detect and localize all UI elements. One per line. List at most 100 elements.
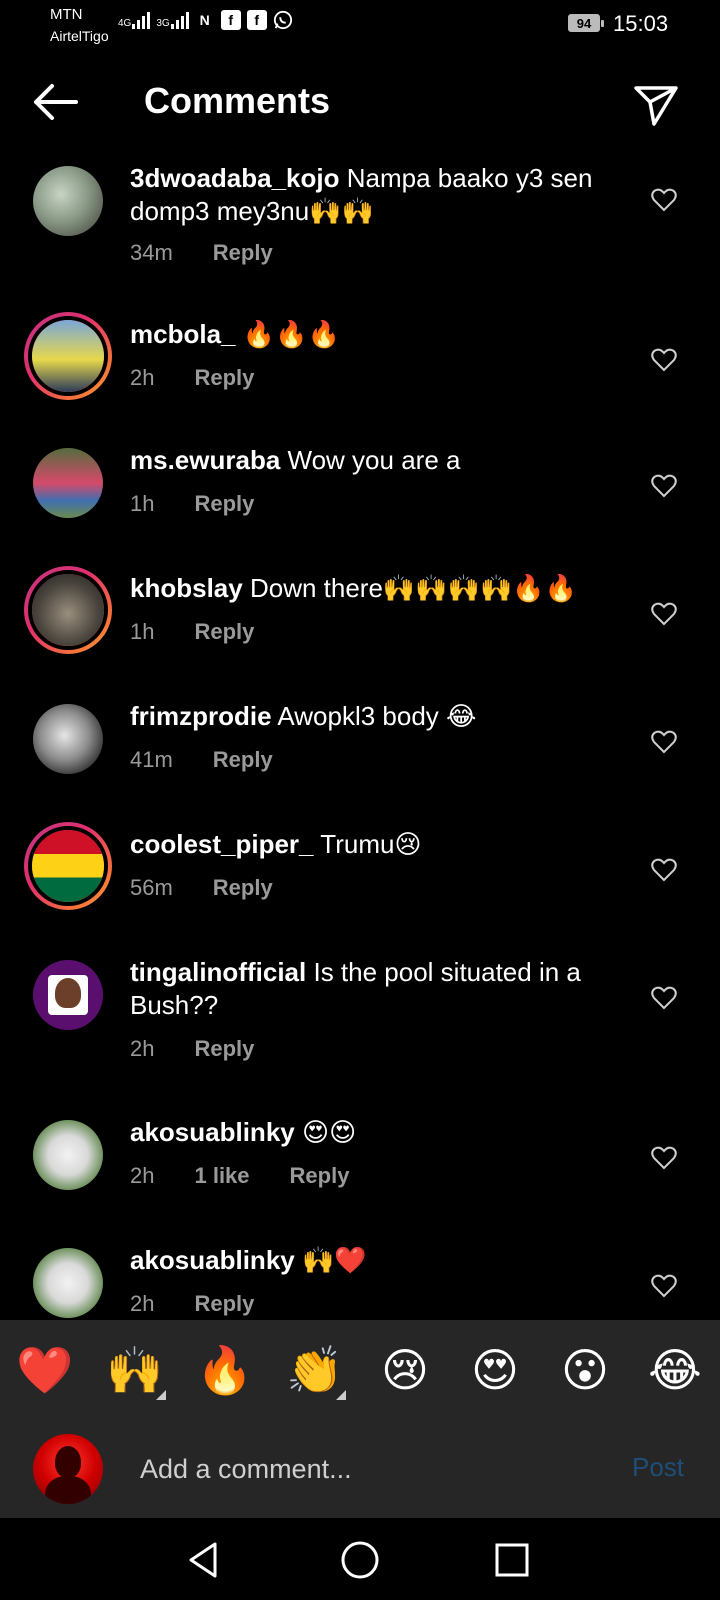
- signal-4g-icon: 4G: [118, 11, 151, 29]
- reply-button[interactable]: Reply: [194, 491, 254, 517]
- avatar[interactable]: [33, 448, 103, 518]
- comment-text: Down there🙌🙌🙌🙌🔥🔥: [249, 573, 578, 603]
- arrow-left-icon: [34, 84, 78, 120]
- comment-meta: 2h Reply: [130, 365, 254, 391]
- heart-icon: [651, 348, 677, 372]
- comment-body: tingalinofficial Is the pool situated in…: [130, 956, 620, 1022]
- emoji-fire-button[interactable]: 🔥: [180, 1340, 270, 1400]
- paper-plane-icon: [634, 86, 678, 126]
- comment-username[interactable]: tingalinofficial: [130, 957, 306, 987]
- comment-meta: 56m Reply: [130, 875, 273, 901]
- comment-meta: 34m Reply: [130, 240, 273, 266]
- like-button[interactable]: [651, 474, 677, 498]
- emoji-surprised-button[interactable]: 😮: [540, 1340, 630, 1400]
- like-button[interactable]: [651, 986, 677, 1010]
- comments-list[interactable]: 3dwoadaba_kojo Nampa baako y3 sen domp3 …: [0, 150, 720, 1320]
- comment-username[interactable]: ms.ewuraba: [130, 445, 280, 475]
- comment-username[interactable]: akosuablinky: [130, 1117, 295, 1147]
- comment-username[interactable]: 3dwoadaba_kojo: [130, 163, 340, 193]
- like-button[interactable]: [651, 188, 677, 212]
- clock: 15:03: [613, 11, 669, 36]
- comment-time: 41m: [130, 747, 173, 772]
- emoji-glyph: 👏: [286, 1343, 344, 1397]
- comment-time: 56m: [130, 875, 173, 900]
- comment-time: 2h: [130, 1291, 155, 1316]
- skin-tone-indicator: [336, 1390, 346, 1400]
- comment-meta: 2h Reply: [130, 1291, 254, 1317]
- emoji-quick-bar: ❤️ 🙌 🔥 👏 😢 😍 😮 😂: [0, 1320, 720, 1420]
- avatar[interactable]: [33, 166, 103, 236]
- comment-meta: 2h 1 like Reply: [130, 1163, 349, 1189]
- emoji-laughing-button[interactable]: 😂: [630, 1340, 720, 1400]
- likes-count-button[interactable]: 1 like: [194, 1163, 249, 1189]
- comment-username[interactable]: khobslay: [130, 573, 243, 603]
- like-button[interactable]: [651, 858, 677, 882]
- avatar[interactable]: [33, 1120, 103, 1190]
- emoji-raised-hands-button[interactable]: 🙌: [90, 1340, 180, 1400]
- heart-icon: [651, 858, 677, 882]
- carrier-primary: MTN: [50, 6, 83, 23]
- comment-meta: 1h Reply: [130, 491, 254, 517]
- comment-username[interactable]: coolest_piper_: [130, 829, 314, 859]
- my-avatar: [33, 1434, 103, 1504]
- circle-home-icon: [341, 1541, 379, 1579]
- emoji-crying-button[interactable]: 😢: [360, 1340, 450, 1400]
- avatar[interactable]: [24, 566, 112, 654]
- comment-username[interactable]: mcbola_: [130, 319, 236, 349]
- heart-icon: [651, 1274, 677, 1298]
- square-recents-icon: [495, 1543, 529, 1577]
- like-button[interactable]: [651, 602, 677, 626]
- signal-icons: 4G 3G N f f: [118, 10, 293, 30]
- comment-meta: 2h Reply: [130, 1036, 254, 1062]
- like-button[interactable]: [651, 1146, 677, 1170]
- avatar[interactable]: [24, 312, 112, 400]
- nav-home-button[interactable]: [338, 1538, 382, 1582]
- reply-button[interactable]: Reply: [194, 1291, 254, 1317]
- comment-time: 1h: [130, 619, 155, 644]
- reply-button[interactable]: Reply: [213, 240, 273, 266]
- skin-tone-indicator: [156, 1390, 166, 1400]
- page-title: Comments: [144, 80, 331, 121]
- avatar[interactable]: [33, 960, 103, 1030]
- post-button[interactable]: Post: [632, 1452, 684, 1483]
- emoji-heart-eyes-button[interactable]: 😍: [450, 1340, 540, 1400]
- avatar[interactable]: [33, 1248, 103, 1318]
- whatsapp-icon: [273, 10, 293, 30]
- notification-n-icon: N: [199, 12, 210, 28]
- comment-username[interactable]: frimzprodie: [130, 701, 272, 731]
- reply-button[interactable]: Reply: [194, 365, 254, 391]
- triangle-back-icon: [189, 1542, 217, 1578]
- comment-text: 😍😍: [301, 1117, 357, 1147]
- battery-icon: 94: [568, 14, 604, 32]
- comment-username[interactable]: akosuablinky: [130, 1245, 295, 1275]
- heart-icon: [651, 188, 677, 212]
- network-type-1: 4G: [118, 18, 132, 29]
- heart-icon: [651, 730, 677, 754]
- comment-body: coolest_piper_ Trumu😢: [130, 828, 620, 861]
- nav-recents-button[interactable]: [490, 1538, 534, 1582]
- signal-3g-icon: 3G: [156, 11, 189, 29]
- comment-input[interactable]: [140, 1442, 600, 1496]
- heart-icon: [651, 986, 677, 1010]
- reply-button[interactable]: Reply: [194, 1036, 254, 1062]
- emoji-heart-button[interactable]: ❤️: [0, 1340, 90, 1400]
- reply-button[interactable]: Reply: [194, 619, 254, 645]
- reply-button[interactable]: Reply: [213, 747, 273, 773]
- reply-button[interactable]: Reply: [213, 875, 273, 901]
- like-button[interactable]: [651, 730, 677, 754]
- avatar[interactable]: [24, 822, 112, 910]
- comment-meta: 1h Reply: [130, 619, 254, 645]
- like-button[interactable]: [651, 1274, 677, 1298]
- facebook-icon: f: [220, 10, 241, 30]
- nav-back-button[interactable]: [183, 1538, 227, 1582]
- share-button[interactable]: [632, 80, 680, 128]
- status-bar: MTN AirtelTigo 4G 3G N f f 94 15:03: [0, 0, 720, 50]
- comment-body: akosuablinky 😍😍: [130, 1116, 620, 1149]
- avatar[interactable]: [33, 704, 103, 774]
- back-button[interactable]: [30, 82, 80, 122]
- reply-button[interactable]: Reply: [290, 1163, 350, 1189]
- comment-composer: Post: [0, 1420, 720, 1518]
- like-button[interactable]: [651, 348, 677, 372]
- emoji-clap-button[interactable]: 👏: [270, 1340, 360, 1400]
- facebook-icon: f: [246, 10, 267, 30]
